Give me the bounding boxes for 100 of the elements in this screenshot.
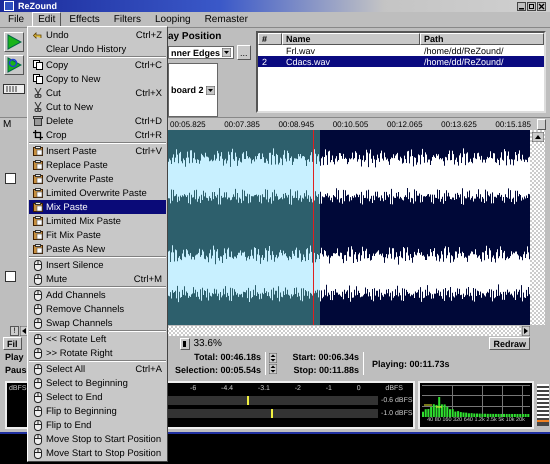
clipboard-icon [32, 230, 42, 240]
file-row[interactable]: Frl.wav /home/dd/ReZound/ [258, 45, 544, 56]
menu-item[interactable]: Select to End [29, 390, 166, 404]
menu-item[interactable]: Overwrite Paste [29, 172, 166, 186]
channel-checkbox[interactable] [5, 173, 16, 184]
menu-item[interactable]: Crop Ctrl+R [29, 128, 166, 142]
clipboard-icon [32, 244, 42, 254]
mouse-icon [34, 260, 42, 270]
pause-label: Paus [5, 365, 27, 375]
time-label: 00:05.825 [170, 120, 206, 128]
time-label: 00:10.505 [332, 120, 368, 128]
column-header[interactable]: Name [282, 33, 420, 45]
play-label: Play [5, 352, 24, 362]
mouse-icon [34, 378, 42, 388]
striped-bar-icon [2, 84, 24, 94]
clipboard-icon [32, 202, 42, 212]
file-path: /home/dd/ReZound/ [424, 56, 504, 66]
time-label: 00:07.385 [224, 120, 260, 128]
time-label: 00:15.185 [495, 120, 531, 128]
row-number: 2 [262, 56, 268, 66]
play-button[interactable] [4, 32, 24, 52]
mouse-icon [34, 274, 42, 284]
zoom-button[interactable] [180, 338, 190, 350]
menu-item[interactable]: Limited Mix Paste [29, 214, 166, 228]
maximize-icon[interactable] [527, 2, 536, 10]
scroll-up-icon[interactable] [532, 132, 544, 142]
menu-item[interactable]: Add Channels [29, 288, 166, 302]
menu-item[interactable]: Insert Silence [29, 258, 166, 272]
menu-item[interactable]: Clear Undo History [29, 42, 166, 56]
time-label: 00:08.945 [278, 120, 314, 128]
close-icon[interactable] [537, 2, 546, 10]
menu-item[interactable]: Effects [63, 12, 106, 27]
menu-item[interactable]: Remaster [198, 12, 254, 27]
dropdown-arrow-icon [222, 48, 232, 57]
mouse-icon [34, 334, 42, 344]
mouse-icon [34, 304, 42, 314]
menu-item[interactable]: Cut Ctrl+X [29, 86, 166, 100]
mouse-icon [34, 364, 42, 374]
menu-item[interactable]: Flip to Beginning [29, 404, 166, 418]
total-time: Total: 00:46.18s [194, 352, 261, 362]
more-button[interactable]: ... [237, 45, 251, 60]
loop-play-button[interactable] [4, 55, 24, 75]
menu-item[interactable]: Copy to New [29, 72, 166, 86]
channel-checkbox[interactable] [5, 270, 16, 282]
redraw-button[interactable]: Redraw [489, 337, 530, 350]
file-name: Frl.wav [286, 46, 315, 56]
playing-time: Playing: 00:11.73s [372, 358, 450, 368]
scroll-left-end-button[interactable]: ! [10, 326, 19, 336]
bar-icon [183, 340, 186, 346]
file-row[interactable]: 2 Cdacs.wav /home/dd/ReZound/ [258, 56, 544, 67]
mouse-icon [34, 392, 42, 402]
undo-arrow-icon [32, 30, 42, 40]
start-time: Start: 00:06.34s [292, 352, 359, 362]
play-position-label: ay Position [168, 31, 222, 42]
menu-item[interactable]: Looping [148, 12, 197, 27]
menu-item[interactable]: << Rotate Left [29, 332, 166, 346]
menu-item[interactable]: Select All Ctrl+A [29, 362, 166, 376]
menu-item[interactable]: Swap Channels [29, 316, 166, 330]
menu-item[interactable]: Limited Overwrite Paste [29, 186, 166, 200]
menu-item[interactable]: Move Start to Stop Position [29, 446, 166, 460]
column-header[interactable]: # [258, 33, 282, 45]
menu-item[interactable]: Filters [108, 12, 147, 27]
menu-item[interactable]: File [2, 12, 30, 27]
menu-item[interactable]: Select to Beginning [29, 376, 166, 390]
scissors-icon [32, 102, 42, 112]
menu-item[interactable]: Delete Ctrl+D [29, 114, 166, 128]
column-header[interactable]: Path [420, 33, 544, 45]
spin-icon[interactable] [269, 364, 277, 374]
stripe-meter-icon [537, 384, 549, 426]
menu-item[interactable]: Mute Ctrl+M [29, 272, 166, 286]
stop-time: Stop: 00:11.88s [293, 365, 359, 375]
menu-item[interactable]: Replace Paste [29, 158, 166, 172]
spin-icon[interactable] [269, 353, 277, 363]
menu-item[interactable]: >> Rotate Right [29, 346, 166, 360]
menu-item[interactable]: Move Stop to Start Position [29, 432, 166, 446]
menu-item[interactable]: Mix Paste [29, 200, 166, 214]
vertical-scrollbar[interactable] [530, 130, 545, 325]
clipboard-icon [32, 146, 42, 156]
menu-item[interactable]: Remove Channels [29, 302, 166, 316]
menu-item[interactable]: Fit Mix Paste [29, 228, 166, 242]
clipboard-icon [32, 174, 42, 184]
clipboard-dropdown[interactable]: board 2 [168, 63, 218, 117]
mouse-icon [34, 290, 42, 300]
mode-dropdown[interactable]: nner Edges [168, 46, 234, 59]
clipboard-icon [32, 160, 42, 170]
menu-item[interactable]: Cut to New [29, 100, 166, 114]
file-button[interactable]: Fil [3, 337, 22, 350]
file-name: Cdacs.wav [286, 56, 330, 66]
minimize-icon[interactable] [517, 2, 526, 10]
menu-item[interactable]: Insert Paste Ctrl+V [29, 144, 166, 158]
time-label: 00:12.065 [386, 120, 423, 128]
menu-item[interactable]: Paste As New [29, 242, 166, 256]
menu-item[interactable]: Undo Ctrl+Z [29, 28, 166, 42]
ruler-button[interactable] [537, 118, 546, 130]
clipboard-icon [32, 216, 42, 226]
scroll-right-icon[interactable] [522, 326, 530, 336]
menu-item[interactable]: Flip to End [29, 418, 166, 432]
mouse-icon [34, 420, 42, 430]
window-title: ReZound [18, 1, 57, 11]
menu-item[interactable]: Copy Ctrl+C [29, 58, 166, 72]
